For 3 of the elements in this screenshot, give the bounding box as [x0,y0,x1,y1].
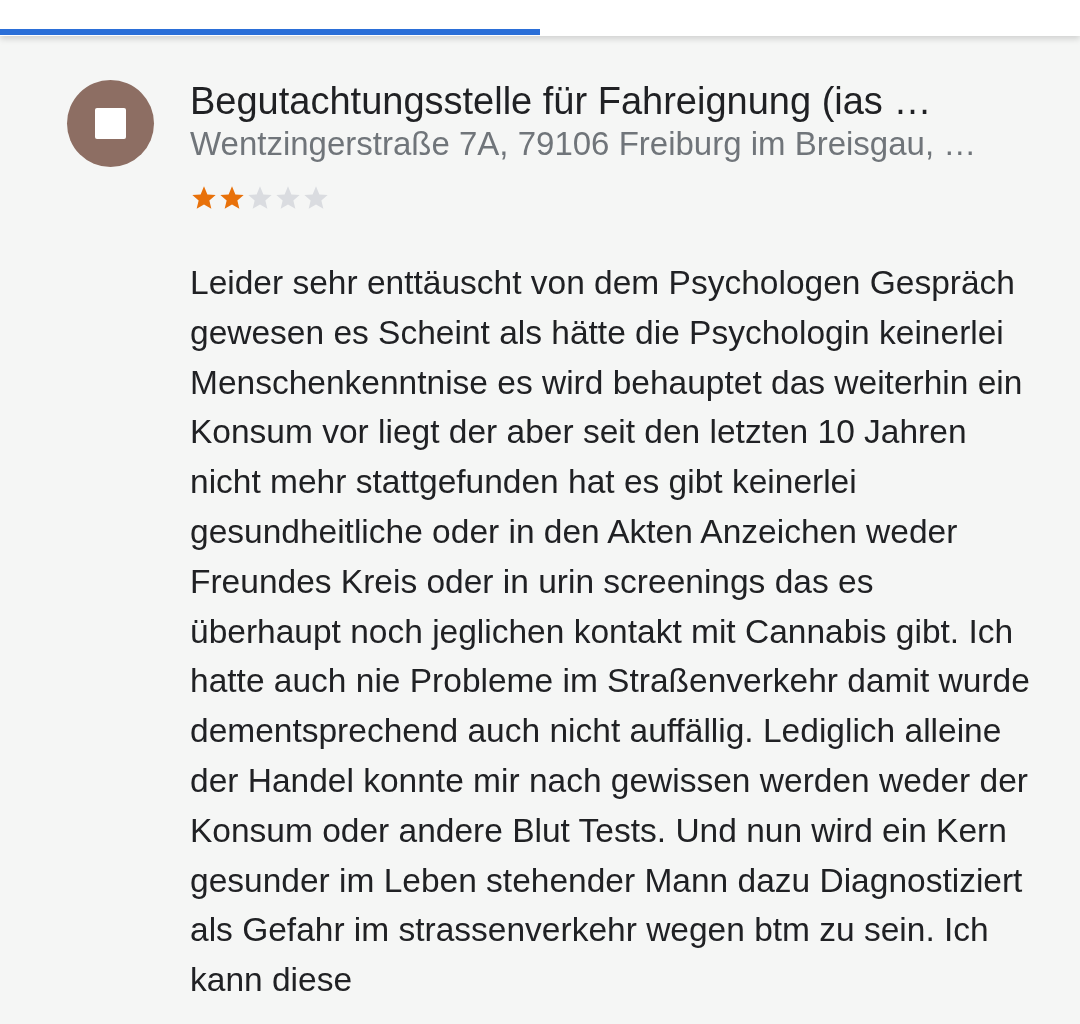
review-text: Leider sehr enttäuscht von dem Psychologen Gespräch gewesen es Scheint als hätte die Psychologin keinerlei Menschenkenntnise es wird behauptet das weiterhin ein Konsum vor liegt der aber seit den letzten 10 Jahren nicht mehr stattgefunden hat es gibt keinerlei gesundheitliche oder in den Akten Anzeichen weder Freundes Kreis oder in urin screenings das es überhaupt noch jeglichen kontakt mit Cannabis gibt. Ich hatte auch nie Probleme im Straßenverkehr damit wurde dementsprechend auch nicht auffällig. Lediglich alleine der Handel konnte mir nach gewissen werden weder der Konsum oder andere Blut Tests. Und nun wird ein Kern gesunder im Leben stehender Mann dazu Diagnostiziert als Gefahr im strassenverkehr wegen btm zu sein. Ich kann diese [190,263,1030,1001]
place-title: Begutachtungsstelle für Fahreignung (ias … [190,80,933,122]
place-address: Wentzingerstraße 7A, 79106 Freiburg im Breisgau, … [190,124,978,164]
